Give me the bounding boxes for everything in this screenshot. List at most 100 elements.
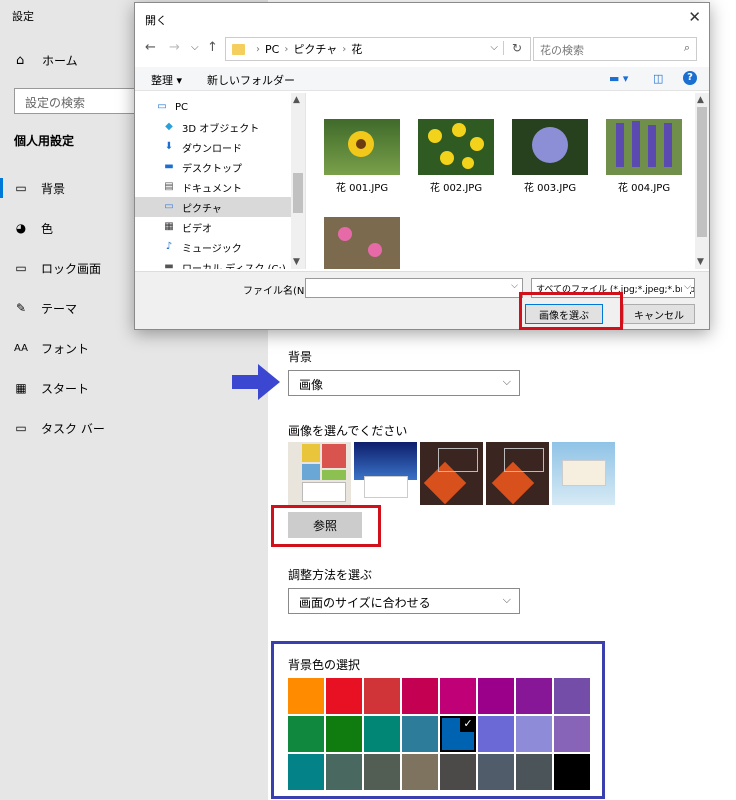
- sidebar-item-label: 色: [41, 221, 54, 236]
- dialog-search-placeholder: 花の検索: [540, 44, 584, 57]
- file-list-scrollbar[interactable]: ▲ ▼: [695, 93, 709, 269]
- sidebar-item-taskbar[interactable]: ▭ タスク バー: [0, 416, 268, 440]
- file-item[interactable]: 花 003.JPG: [510, 119, 590, 194]
- scroll-down-icon[interactable]: ▼: [293, 257, 300, 267]
- chevron-down-icon: ⌵: [502, 375, 511, 388]
- file-thumbnail: [324, 119, 400, 175]
- selection-indicator: [0, 178, 3, 198]
- file-item[interactable]: 花 002.JPG: [416, 119, 496, 194]
- file-item[interactable]: 花 004.JPG: [604, 119, 684, 194]
- refresh-icon[interactable]: ↻: [502, 41, 522, 55]
- choose-button-highlight: [519, 292, 623, 330]
- music-icon: ♪: [165, 241, 173, 252]
- view-options-icon[interactable]: ▬ ▾: [609, 72, 628, 85]
- forward-icon[interactable]: →: [169, 40, 180, 55]
- path-segment[interactable]: ピクチャ: [293, 41, 337, 57]
- sidebar-item-label: タスク バー: [41, 421, 105, 436]
- address-row: ← → ⌵ ↑ › PC › ピクチャ › 花 ⌵ ↻ 花の検索 ⌕: [135, 35, 709, 63]
- navigation-tree: ▭ PC ◆ 3D オブジェクト ⬇ ダウンロード ▬ デスクトップ ▤ ドキュ…: [135, 93, 305, 269]
- preview-pane-icon[interactable]: ◫: [653, 72, 663, 85]
- file-name: 花 001.JPG: [335, 183, 389, 194]
- file-name: 花 002.JPG: [429, 183, 483, 194]
- folder-icon: [232, 43, 245, 55]
- sidebar-item-font[interactable]: AA フォント: [0, 336, 268, 360]
- sidebar-item-label: フォント: [41, 341, 90, 356]
- scroll-thumb[interactable]: [697, 107, 707, 237]
- tree-item-pc[interactable]: ▭ PC: [135, 97, 291, 117]
- help-icon[interactable]: ?: [683, 71, 697, 85]
- recent-picture-thumbnail[interactable]: [354, 442, 417, 505]
- scroll-up-icon[interactable]: ▲: [293, 95, 300, 105]
- sidebar-item-label: テーマ: [41, 301, 78, 316]
- tree-item-pictures[interactable]: ▭ ピクチャ: [135, 197, 291, 217]
- cancel-button[interactable]: キャンセル: [623, 304, 695, 324]
- address-bar[interactable]: › PC › ピクチャ › 花 ⌵ ↻: [225, 37, 531, 61]
- file-thumbnail: [512, 119, 588, 175]
- filename-label: ファイル名(N):: [243, 286, 312, 297]
- tree-item-desktop[interactable]: ▬ デスクトップ: [135, 157, 291, 177]
- tree-scrollbar[interactable]: ▲ ▼: [291, 93, 305, 269]
- organize-button[interactable]: 整理 ▾: [151, 72, 182, 88]
- home-icon: ⌂: [16, 53, 25, 68]
- path-segment[interactable]: PC: [265, 43, 279, 56]
- recent-picture-thumbnail[interactable]: [486, 442, 549, 505]
- tree-item-label: 3D オブジェクト: [182, 123, 260, 135]
- chevron-down-icon[interactable]: ⌵: [511, 281, 518, 291]
- tree-item-videos[interactable]: ▦ ビデオ: [135, 217, 291, 237]
- file-thumbnail: [606, 119, 682, 175]
- tree-item-label: ドキュメント: [182, 183, 242, 195]
- image-icon: ▭: [15, 181, 27, 195]
- choose-picture-label: 画像を選んでください: [288, 424, 408, 438]
- chevron-down-icon: ⌵: [502, 593, 511, 606]
- background-dropdown[interactable]: 画像 ⌵: [288, 370, 520, 396]
- scroll-down-icon[interactable]: ▼: [697, 257, 704, 267]
- file-thumbnail: [418, 119, 494, 175]
- file-item[interactable]: [322, 217, 402, 273]
- background-label: 背景: [288, 350, 313, 364]
- path-segment[interactable]: 花: [351, 41, 362, 57]
- dialog-title: 開く: [145, 14, 167, 27]
- download-icon: ⬇: [164, 141, 174, 152]
- pc-icon: ▭: [157, 101, 167, 112]
- file-thumbnail: [324, 217, 400, 269]
- file-name: 花 004.JPG: [617, 183, 671, 194]
- pictures-icon: ▭: [164, 201, 174, 212]
- color-highlight: [271, 641, 605, 799]
- close-icon[interactable]: ✕: [688, 8, 701, 26]
- dialog-search-input[interactable]: 花の検索 ⌕: [533, 37, 697, 61]
- tree-item-3d-objects[interactable]: ◆ 3D オブジェクト: [135, 117, 291, 137]
- tree-item-local-disk[interactable]: ▬ ローカル ディスク (C:): [135, 257, 291, 269]
- chevron-down-icon: ⌵: [682, 282, 691, 292]
- file-list: 花 001.JPG 花 002.JPG 花 003.JPG 花 004.JPG: [305, 93, 695, 269]
- sidebar-item-label: ロック画面: [41, 261, 102, 276]
- disk-icon: ▬: [164, 261, 174, 269]
- file-item[interactable]: 花 001.JPG: [322, 119, 402, 194]
- tree-item-label: ダウンロード: [182, 143, 242, 155]
- recent-picture-thumbnail[interactable]: [552, 442, 615, 505]
- arrow-icon: [232, 364, 280, 400]
- open-file-dialog: 開く ✕ ← → ⌵ ↑ › PC › ピクチャ › 花 ⌵ ↻ 花の検索 ⌕ …: [134, 2, 710, 330]
- tree-item-music[interactable]: ♪ ミュージック: [135, 237, 291, 257]
- video-icon: ▦: [164, 221, 174, 232]
- fit-dropdown[interactable]: 画面のサイズに合わせる ⌵: [288, 588, 520, 614]
- desktop-icon: ▬: [164, 161, 174, 172]
- new-folder-button[interactable]: 新しいフォルダー: [207, 72, 295, 88]
- recent-picture-thumbnail[interactable]: [420, 442, 483, 505]
- tree-item-label: ミュージック: [182, 243, 242, 255]
- recent-dropdown-icon[interactable]: ⌵: [191, 42, 199, 53]
- 3d-objects-icon: ◆: [165, 121, 173, 132]
- app-title: 設定: [12, 10, 34, 23]
- tree-item-documents[interactable]: ▤ ドキュメント: [135, 177, 291, 197]
- recent-picture-thumbnail[interactable]: [288, 442, 351, 505]
- home-link[interactable]: ⌂ ホーム: [16, 52, 78, 69]
- chevron-down-icon[interactable]: ⌵: [490, 42, 498, 53]
- scroll-thumb[interactable]: [293, 173, 303, 213]
- scroll-up-icon[interactable]: ▲: [697, 95, 704, 105]
- tree-item-downloads[interactable]: ⬇ ダウンロード: [135, 137, 291, 157]
- browse-highlight: [271, 505, 381, 547]
- up-icon[interactable]: ↑: [207, 40, 218, 55]
- filename-input[interactable]: ⌵: [305, 278, 523, 298]
- back-icon[interactable]: ←: [145, 40, 156, 55]
- sidebar-item-start[interactable]: ▦ スタート: [0, 376, 268, 400]
- tree-item-label: PC: [175, 101, 189, 113]
